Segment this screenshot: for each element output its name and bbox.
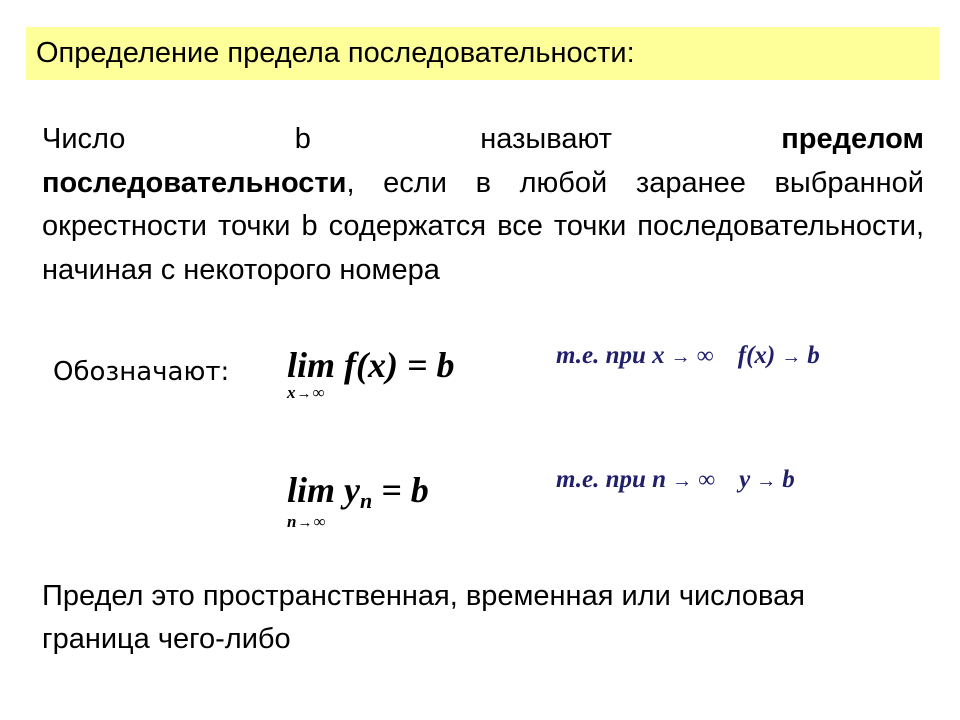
right-arrow-icon: → <box>296 386 312 402</box>
limit-formula-function: lim f(x) = b x→∞ <box>287 345 455 402</box>
explanation-function-name: f(x) <box>737 342 776 369</box>
limit-subscript: x→∞ <box>287 384 325 403</box>
definition-term: пределом <box>781 123 924 155</box>
limit-variable: n <box>287 512 297 531</box>
definition-word: называют <box>480 123 612 155</box>
explanation-target: b <box>807 342 820 369</box>
sequence-variable: y <box>344 470 360 510</box>
explanation-prefix: т.е. при n <box>556 466 667 493</box>
infinity-icon: ∞ <box>312 383 325 402</box>
slide-title: Определение предела последовательности: <box>36 37 635 69</box>
infinity-icon: ∞ <box>696 343 714 369</box>
right-arrow-icon: → <box>781 346 802 368</box>
lim-operator: lim <box>287 470 336 510</box>
explanation-sequence: т.е. при n → ∞ y → b <box>556 465 795 496</box>
title-banner: Определение предела последовательности: <box>26 27 939 80</box>
formula-expression: f(x) = b <box>344 345 455 385</box>
infinity-icon: ∞ <box>313 512 326 531</box>
lim-operator: lim <box>287 345 336 385</box>
explanation-prefix: т.е. при x <box>556 342 665 369</box>
definition-paragraph: Число b называют пределом последовательн… <box>42 118 924 292</box>
definition-word: Число <box>42 123 126 155</box>
infinity-icon: ∞ <box>698 467 716 493</box>
right-arrow-icon: → <box>756 470 777 492</box>
formula-rest: = b <box>372 470 429 510</box>
limit-formula-sequence: lim yn = b n→∞ <box>287 470 429 531</box>
explanation-function: т.е. при x → ∞ f(x) → b <box>556 341 820 372</box>
explanation-function-name: y <box>739 466 751 493</box>
explanation-target: b <box>782 466 795 493</box>
right-arrow-icon: → <box>297 515 313 531</box>
definition-line-1: Число b называют пределом <box>42 118 924 162</box>
definition-term-bold: последовательности <box>42 166 347 199</box>
conclusion-paragraph: Предел это пространственная, временная и… <box>42 580 805 655</box>
limit-variable: x <box>287 383 296 402</box>
notation-label: Обозначают: <box>53 357 230 387</box>
right-arrow-icon: → <box>672 470 693 492</box>
definition-word: b <box>294 123 311 155</box>
limit-subscript: n→∞ <box>287 513 326 532</box>
right-arrow-icon: → <box>670 346 691 368</box>
sequence-subscript: n <box>360 488 373 513</box>
definition-body: последовательности, если в любой заранее… <box>42 162 924 293</box>
